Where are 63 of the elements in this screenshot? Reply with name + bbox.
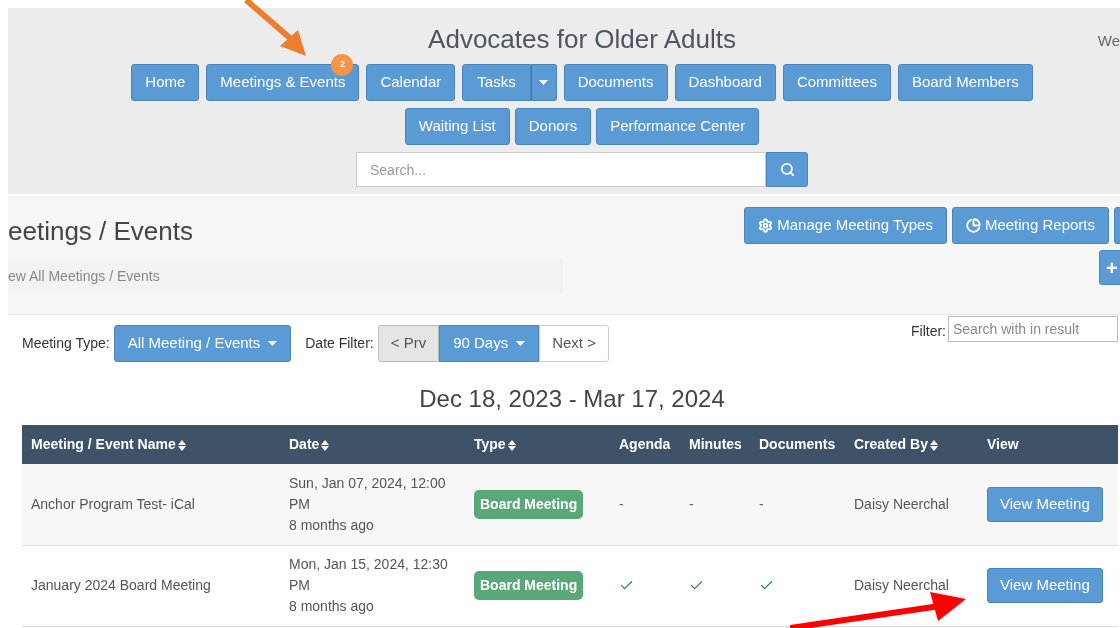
nav-button[interactable]: Documents (563, 64, 668, 101)
search-field[interactable]: Search... (356, 152, 766, 187)
nav-button[interactable]: Tasks (462, 64, 531, 101)
add-button[interactable]: + (1099, 250, 1120, 285)
table-cell: Anchor Program Test- iCal (31, 495, 195, 512)
date-range-title: Dec 18, 2023 - Mar 17, 2024 (418, 384, 726, 414)
table-cell: - (759, 495, 764, 512)
caret-icon (268, 341, 278, 346)
breadcrumb-text: ew All Meetings / Events (8, 266, 160, 286)
previous-button[interactable]: < Prv (377, 325, 440, 362)
next-button[interactable]: Next > (539, 325, 609, 362)
type-tag: Board Meeting (474, 489, 584, 519)
view-meeting-button[interactable]: View Meeting (987, 568, 1103, 603)
nav-button[interactable]: Waiting List (404, 108, 510, 145)
nav-button[interactable]: Donors (514, 108, 592, 145)
table-cell-text: Mon, Jan 15, 2024, 12:30 PM (289, 555, 449, 595)
pie-chart-icon (965, 218, 981, 233)
dropdown-button[interactable] (530, 64, 557, 101)
column-header: View (978, 425, 1118, 464)
nav-button[interactable]: Calendar (366, 64, 456, 101)
caret-icon (516, 341, 526, 346)
table-cell-text: Sun, Jan 07, 2024, 12:00 PM (289, 473, 447, 514)
settings-icon (758, 218, 774, 233)
column-header: Documents (750, 425, 845, 464)
filter-label: Meeting Type: (22, 334, 110, 353)
site-title: Advocates for Older Adults (428, 23, 736, 56)
nav-button[interactable]: Committees (782, 64, 891, 101)
relative-time: 8 months ago (289, 597, 375, 616)
relative-time: 8 months ago (289, 515, 375, 535)
type-tag: Board Meeting (474, 571, 584, 600)
column-header[interactable]: Meeting / Event Name (22, 425, 280, 464)
action-button[interactable]: Manage Meeting Types (744, 207, 947, 244)
table-cell: Daisy Neerchal (854, 577, 949, 593)
nav-button[interactable]: Board Members (897, 64, 1033, 101)
table-cell: January 2024 Board Meeting (31, 577, 211, 593)
caret-icon (539, 80, 549, 85)
sort-icon (929, 438, 938, 452)
table-cell: - (619, 495, 624, 512)
filter-label: Filter: (911, 322, 946, 341)
nav-button[interactable]: Dashboard (674, 64, 776, 101)
column-header[interactable]: Type (465, 425, 610, 464)
table-cell: Daisy Neerchal (854, 495, 949, 512)
meeting-type-dropdown[interactable]: All Meeting / Events (113, 325, 292, 362)
notification-badge: 2 (331, 54, 354, 76)
filter-label: Date Filter: (305, 334, 374, 353)
page-title: eetings / Events (8, 215, 194, 247)
nav-button[interactable]: Home (131, 64, 200, 101)
nav-button[interactable]: Performance Center (596, 108, 760, 145)
view-meeting-button[interactable]: View Meeting (987, 486, 1103, 522)
sort-icon (507, 438, 516, 452)
column-header[interactable]: Date (280, 425, 465, 464)
action-button[interactable]: Meeting Reports (951, 207, 1109, 244)
search-button[interactable] (766, 152, 808, 187)
table-cell: - (689, 495, 694, 512)
filter-field[interactable]: Search with in result (948, 316, 1118, 342)
welcome-text: We (1097, 31, 1120, 51)
range-dropdown[interactable]: 90 Days (439, 325, 540, 362)
column-header: Agenda (610, 425, 680, 464)
column-header[interactable]: Created By (845, 425, 978, 464)
column-header: Minutes (680, 425, 750, 464)
search-icon (779, 162, 795, 177)
sort-icon (321, 438, 330, 452)
sort-icon (177, 438, 186, 452)
